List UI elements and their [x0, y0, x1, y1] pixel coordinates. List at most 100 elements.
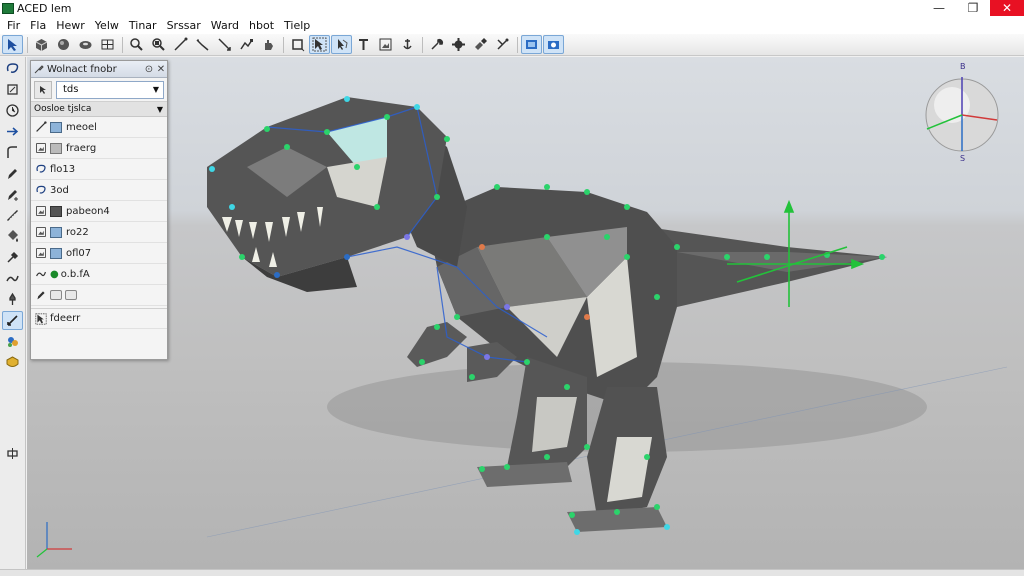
bend-button[interactable]	[192, 35, 213, 54]
menu-item-0[interactable]: Fir	[2, 19, 25, 32]
snap-button[interactable]	[236, 35, 257, 54]
toggle-box[interactable]	[65, 290, 77, 300]
panel-close-button[interactable]: ✕	[155, 64, 167, 75]
torus-icon	[79, 41, 92, 49]
lasso-tool-icon	[6, 63, 19, 73]
panel-row[interactable]: ● o.b.fA	[31, 264, 167, 285]
cube-button[interactable]	[31, 35, 52, 54]
panel-row[interactable]: pabeon4	[31, 201, 167, 222]
3d-viewport[interactable]	[27, 57, 1024, 569]
zoom-region-button[interactable]	[148, 35, 169, 54]
orientation-gizmo[interactable]	[925, 77, 999, 152]
menu-bar: Fir Fla Hewr Yelw Tinar Srssar Ward hbot Tielp	[0, 16, 1024, 34]
maximize-button[interactable]: ❐	[956, 0, 990, 16]
menu-item-2[interactable]: Hewr	[51, 19, 90, 32]
mesh-head[interactable]	[207, 97, 447, 277]
camera-button[interactable]	[543, 35, 564, 54]
panel-row[interactable]	[31, 285, 167, 306]
menu-item-1[interactable]: Fla	[25, 19, 51, 32]
paint-button[interactable]	[470, 35, 491, 54]
curve-tool-button[interactable]	[2, 143, 23, 162]
frame-button[interactable]	[287, 35, 308, 54]
menu-item-7[interactable]: hbot	[244, 19, 279, 32]
lasso-button[interactable]	[331, 35, 352, 54]
row-thumbnail-icon	[50, 247, 62, 259]
line-button[interactable]	[170, 35, 191, 54]
pin-button[interactable]	[2, 290, 23, 309]
panel-row[interactable]: 3od	[31, 180, 167, 201]
paint-tool-button[interactable]	[2, 80, 23, 99]
panel-row[interactable]: fraerg	[31, 138, 167, 159]
pen-add-button[interactable]	[2, 185, 23, 204]
shield-icon	[6, 356, 19, 367]
toolbar-separator	[122, 36, 123, 53]
close-button[interactable]: ✕	[990, 0, 1024, 16]
viewport-scene[interactable]	[27, 57, 1024, 569]
knife-tool-icon	[7, 315, 18, 326]
select-box-button[interactable]	[309, 35, 330, 54]
select-arrow-button[interactable]	[2, 35, 23, 54]
menu-item-8[interactable]: Tielp	[279, 19, 315, 32]
image-button[interactable]	[375, 35, 396, 54]
panel-tools-icon	[34, 65, 44, 74]
image-icon	[36, 143, 46, 153]
pipette-button[interactable]	[2, 248, 23, 267]
panel-row[interactable]: fdeerr	[31, 308, 167, 329]
toggle-box[interactable]	[50, 290, 62, 300]
panel-row[interactable]: ro22	[31, 222, 167, 243]
panel-row[interactable]: ofl07	[31, 243, 167, 264]
menu-item-5[interactable]: Srssar	[162, 19, 206, 32]
zoom-region-icon	[152, 38, 165, 51]
gizmo-top-label: B	[960, 62, 966, 71]
panel-row-label: meoel	[66, 121, 97, 133]
object-select-dropdown[interactable]: tds ▼	[56, 80, 164, 99]
sculpt-button[interactable]	[2, 269, 23, 288]
arrow-right-button[interactable]	[2, 122, 23, 141]
selector-pick-button[interactable]	[34, 80, 52, 99]
torus-button[interactable]	[75, 35, 96, 54]
menu-item-3[interactable]: Yelw	[90, 19, 124, 32]
bend-icon	[196, 39, 209, 51]
knife-button[interactable]	[214, 35, 235, 54]
clock-button[interactable]	[2, 101, 23, 120]
cube-icon	[35, 39, 48, 51]
panel-row-label: fraerg	[66, 142, 97, 154]
hand-button[interactable]	[258, 35, 279, 54]
shield-button[interactable]	[2, 353, 23, 372]
app-title: ACED lem	[17, 1, 72, 15]
anchor-icon	[403, 39, 412, 50]
text-button[interactable]	[353, 35, 374, 54]
gear-icon	[452, 38, 465, 51]
bones-button[interactable]	[492, 35, 513, 54]
gear-button[interactable]	[448, 35, 469, 54]
chevron-down-icon: ▼	[152, 85, 159, 94]
panel-row[interactable]: meoel	[31, 117, 167, 138]
panel-row[interactable]: flo13	[31, 159, 167, 180]
menu-item-4[interactable]: Tinar	[124, 19, 162, 32]
chevron-down-icon: ▼	[156, 104, 163, 114]
bones-icon	[497, 38, 509, 50]
zoom-button[interactable]	[126, 35, 147, 54]
pin-icon	[9, 292, 16, 305]
transform-button[interactable]	[2, 444, 23, 463]
pen-icon	[37, 291, 45, 300]
anchor-button[interactable]	[397, 35, 418, 54]
bucket-button[interactable]	[2, 227, 23, 246]
mesh-foot-left[interactable]	[477, 462, 572, 487]
panel-header[interactable]: Wolnact fnobr ⊙ ✕	[31, 61, 167, 78]
sphere-button[interactable]	[53, 35, 74, 54]
render-button[interactable]	[521, 35, 542, 54]
grid-button[interactable]	[97, 35, 118, 54]
lasso-tool-button[interactable]	[2, 59, 23, 78]
materials-button[interactable]	[2, 332, 23, 351]
panel-section-header[interactable]: Oosloe tjslca ▼	[31, 102, 167, 117]
pen-button[interactable]	[2, 164, 23, 183]
image-icon	[36, 248, 46, 258]
measure-button[interactable]	[2, 206, 23, 225]
wrench-button[interactable]	[426, 35, 447, 54]
minimize-button[interactable]: —	[922, 0, 956, 16]
knife-tool-button[interactable]	[2, 311, 23, 330]
panel-row-label: flo13	[50, 163, 76, 175]
panel-pin-button[interactable]: ⊙	[143, 64, 155, 75]
menu-item-6[interactable]: Ward	[206, 19, 244, 32]
